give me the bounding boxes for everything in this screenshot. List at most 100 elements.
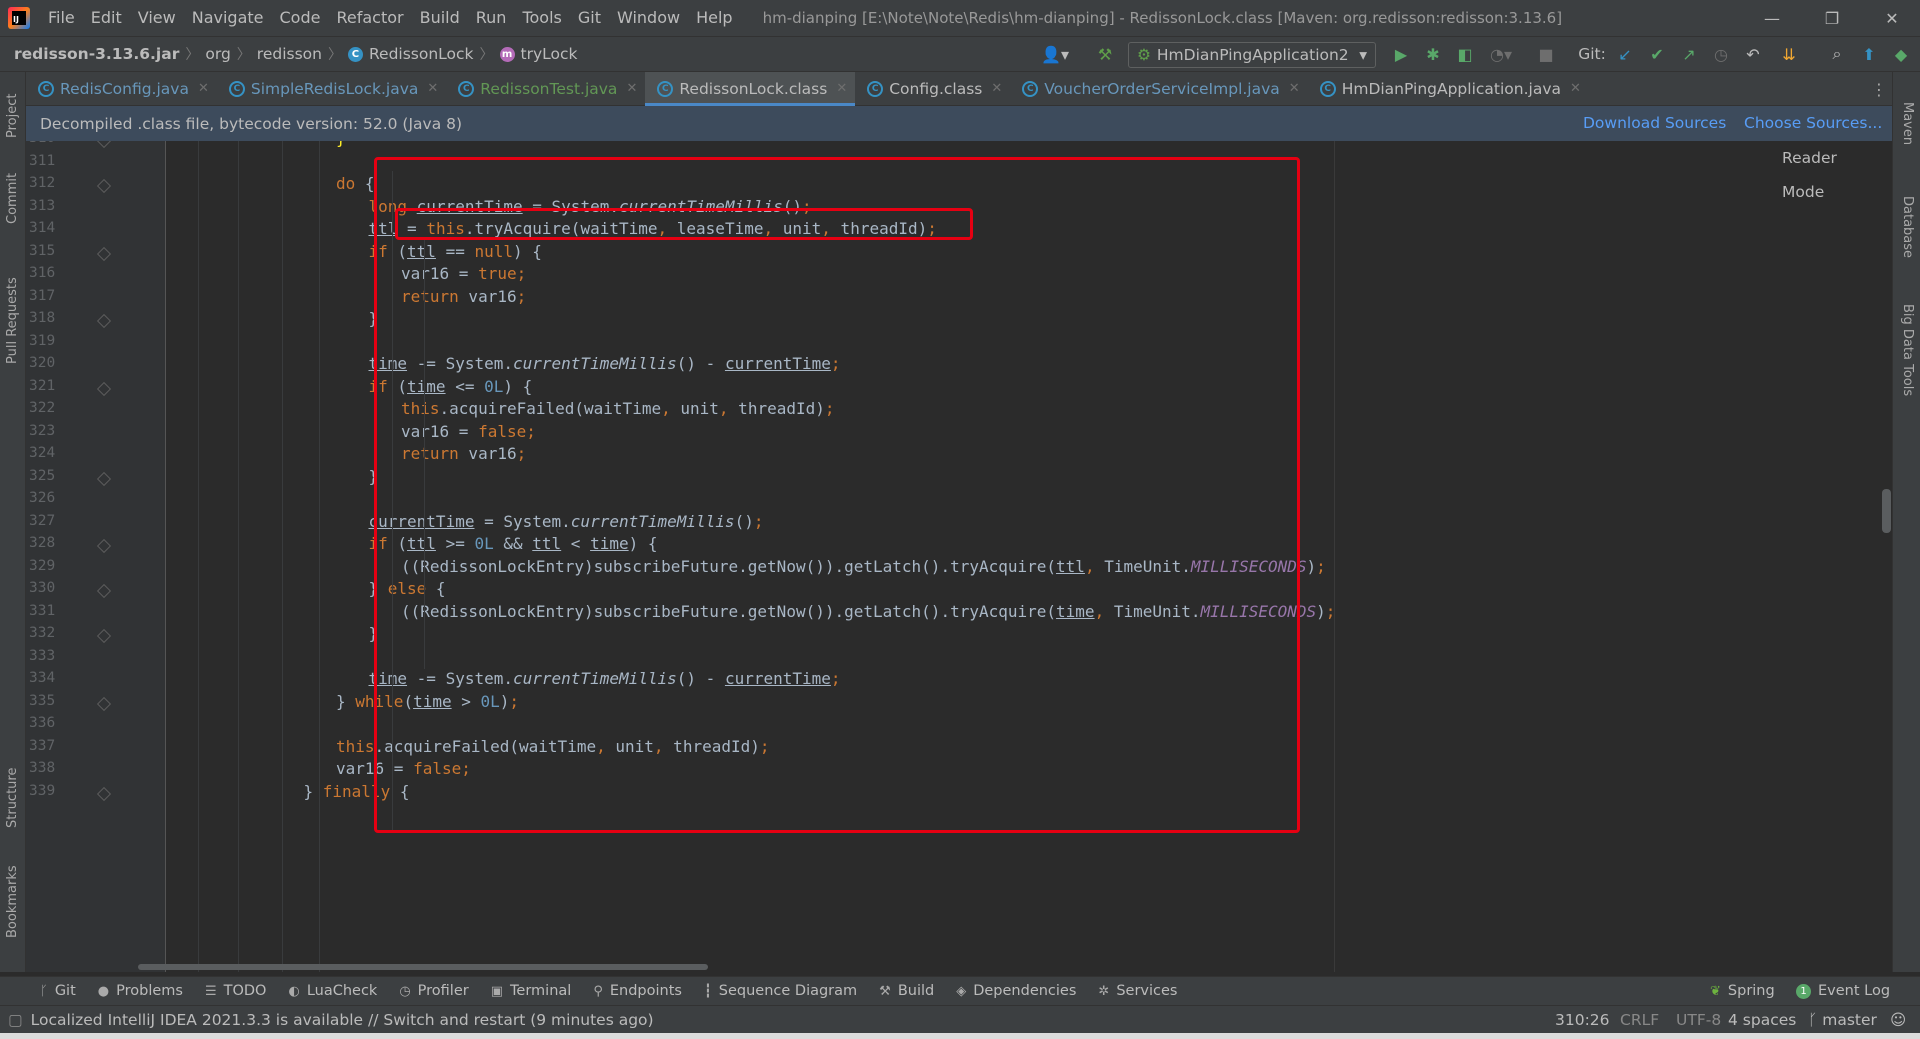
tool-window-problems[interactable]: ● Problems — [98, 983, 183, 999]
close-tab-icon[interactable]: ✕ — [198, 81, 209, 96]
indent-setting[interactable]: 4 spaces — [1728, 1006, 1796, 1034]
close-window-icon[interactable]: ✕ — [1864, 0, 1920, 36]
code-line-325[interactable]: } — [369, 467, 379, 486]
code-line-310[interactable]: } — [336, 141, 346, 148]
tool-window-project[interactable]: Project — [5, 94, 20, 138]
menu-view[interactable]: View — [130, 0, 184, 36]
tool-window-structure[interactable]: Structure — [5, 768, 20, 828]
tab-redissonlock-class[interactable]: C RedissonLock.class ✕ — [645, 72, 856, 106]
git-update-icon[interactable]: ↙ — [1612, 36, 1638, 72]
code-line-316[interactable]: var16 = true; — [401, 264, 526, 283]
horizontal-scrollbar[interactable] — [138, 964, 708, 970]
code-line-331[interactable]: ((RedissonLockEntry)subscribeFuture.getN… — [401, 602, 1335, 621]
fold-marker-icon[interactable] — [96, 471, 112, 486]
profile-icon[interactable]: ◔▾ — [1484, 36, 1518, 72]
git-branch[interactable]: ᚴ master — [1808, 1006, 1877, 1034]
close-tab-icon[interactable]: ✕ — [1570, 81, 1581, 96]
code-line-334[interactable]: time -= System.currentTimeMillis() - cur… — [369, 669, 841, 688]
tool-window-commit[interactable]: Commit — [5, 173, 20, 224]
code-line-332[interactable]: } — [369, 624, 379, 643]
code-line-314[interactable]: ttl = this.tryAcquire(waitTime, leaseTim… — [369, 219, 937, 238]
choose-sources-link[interactable]: Choose Sources... — [1744, 106, 1882, 141]
code-with-me-icon[interactable]: ◆ — [1888, 36, 1914, 72]
tool-window-profiler[interactable]: ◷ Profiler — [399, 983, 468, 999]
caret-position[interactable]: 310:26 — [1555, 1006, 1610, 1034]
fold-marker-icon[interactable] — [96, 381, 112, 396]
reader-mode-button[interactable]: Reader Mode — [1770, 141, 1892, 201]
close-tab-icon[interactable]: ✕ — [1289, 81, 1300, 96]
status-toggle-icon[interactable]: ▢ — [8, 1011, 23, 1029]
close-tab-icon[interactable]: ✕ — [836, 81, 847, 96]
breadcrumb-class[interactable]: C RedissonLock — [347, 45, 474, 63]
tool-window-pull-requests[interactable]: Pull Requests — [5, 277, 20, 364]
menu-help[interactable]: Help — [688, 0, 740, 36]
code-line-317[interactable]: return var16; — [401, 287, 526, 306]
tool-window-sequence-diagram[interactable]: ┇ Sequence Diagram — [704, 983, 857, 999]
fold-marker-icon[interactable] — [96, 696, 112, 711]
tool-window-endpoints[interactable]: ⚲ Endpoints — [593, 983, 682, 999]
tool-window-database[interactable]: Database — [1900, 196, 1915, 258]
inspection-profile-icon[interactable]: ☺ — [1890, 1006, 1906, 1034]
debug-icon[interactable]: ✱ — [1420, 36, 1446, 72]
menu-edit[interactable]: Edit — [83, 0, 130, 36]
close-tab-icon[interactable]: ✕ — [427, 81, 438, 96]
fold-marker-icon[interactable] — [96, 141, 112, 149]
git-history-icon[interactable]: ◷ — [1708, 36, 1734, 72]
search-icon[interactable]: ⌕ — [1824, 36, 1850, 72]
code-editor[interactable]: 310 311 312 313 314 315 316 317 318 319 320 321 322 3… — [26, 141, 1892, 972]
coverage-icon[interactable]: ◧ — [1452, 36, 1478, 72]
code-line-329[interactable]: ((RedissonLockEntry)subscribeFuture.getN… — [401, 557, 1326, 576]
tool-window-event-log[interactable]: 1 Event Log — [1796, 983, 1890, 999]
tool-window-big-data-tools[interactable]: Big Data Tools — [1900, 304, 1915, 396]
fold-marker-icon[interactable] — [96, 313, 112, 329]
tool-window-terminal[interactable]: ▣ Terminal — [491, 983, 572, 999]
file-encoding[interactable]: UTF-8 — [1676, 1006, 1721, 1034]
tool-window-spring[interactable]: ❦ Spring — [1710, 983, 1775, 999]
stop-icon[interactable]: ■ — [1534, 36, 1558, 72]
menu-git[interactable]: Git — [570, 0, 609, 36]
fold-marker-icon[interactable] — [96, 786, 112, 801]
git-push-icon[interactable]: ↗ — [1676, 36, 1702, 72]
code-line-330[interactable]: } else { — [369, 579, 446, 598]
git-rollback-icon[interactable]: ↶ — [1740, 36, 1766, 72]
tool-window-git[interactable]: ᚴ Git — [40, 983, 76, 999]
tab-hmdianpingapplication-java[interactable]: C HmDianPingApplication.java ✕ — [1308, 72, 1589, 105]
tool-window-bookmarks[interactable]: Bookmarks — [5, 865, 20, 938]
code-line-335[interactable]: } while(time > 0L); — [336, 692, 519, 711]
update-icon[interactable]: ⬆ — [1856, 36, 1882, 72]
plugin-icon[interactable]: ⇊ — [1776, 36, 1802, 72]
code-line-320[interactable]: time -= System.currentTimeMillis() - cur… — [369, 354, 841, 373]
vertical-scrollbar[interactable] — [1882, 489, 1891, 533]
menu-run[interactable]: Run — [468, 0, 515, 36]
tool-window-build[interactable]: ⚒ Build — [879, 983, 934, 999]
code-line-337[interactable]: this.acquireFailed(waitTime, unit, threa… — [336, 737, 770, 756]
code-line-318[interactable]: } — [369, 309, 379, 328]
restore-icon[interactable]: ❐ — [1804, 0, 1860, 36]
tool-window-dependencies[interactable]: ◈ Dependencies — [956, 983, 1076, 999]
download-sources-link[interactable]: Download Sources — [1583, 106, 1726, 141]
menu-tools[interactable]: Tools — [514, 0, 569, 36]
fold-marker-icon[interactable] — [96, 246, 112, 261]
breadcrumb-jar[interactable]: redisson-3.13.6.jar — [14, 45, 179, 63]
fold-marker-icon[interactable] — [96, 538, 112, 554]
code-line-321[interactable]: if (time <= 0L) { — [369, 377, 533, 396]
menu-refactor[interactable]: Refactor — [328, 0, 411, 36]
breadcrumb-package-org[interactable]: org — [205, 45, 230, 63]
tool-window-services[interactable]: ✲ Services — [1098, 983, 1177, 999]
line-separator[interactable]: CRLF — [1620, 1006, 1659, 1034]
fold-marker-icon[interactable] — [96, 628, 112, 644]
tool-window-todo[interactable]: ☰ TODO — [205, 983, 267, 999]
fold-marker-icon[interactable] — [96, 583, 112, 599]
menu-file[interactable]: File — [40, 0, 83, 36]
tab-redissontest-java[interactable]: C RedissonTest.java ✕ — [446, 72, 645, 105]
close-tab-icon[interactable]: ✕ — [991, 81, 1002, 96]
run-configuration-select[interactable]: ⚙ HmDianPingApplication2 ▾ — [1128, 42, 1376, 68]
code-line-323[interactable]: var16 = false; — [401, 422, 536, 441]
close-tab-icon[interactable]: ✕ — [626, 81, 637, 96]
code-line-327[interactable]: currentTime = System.currentTimeMillis()… — [369, 512, 764, 531]
fold-marker-icon[interactable] — [96, 178, 112, 194]
tab-config-class[interactable]: C Config.class ✕ — [855, 72, 1010, 105]
more-tabs-icon[interactable]: ⋮ — [1868, 72, 1890, 106]
menu-build[interactable]: Build — [412, 0, 468, 36]
code-line-338[interactable]: var16 = false; — [336, 759, 471, 778]
